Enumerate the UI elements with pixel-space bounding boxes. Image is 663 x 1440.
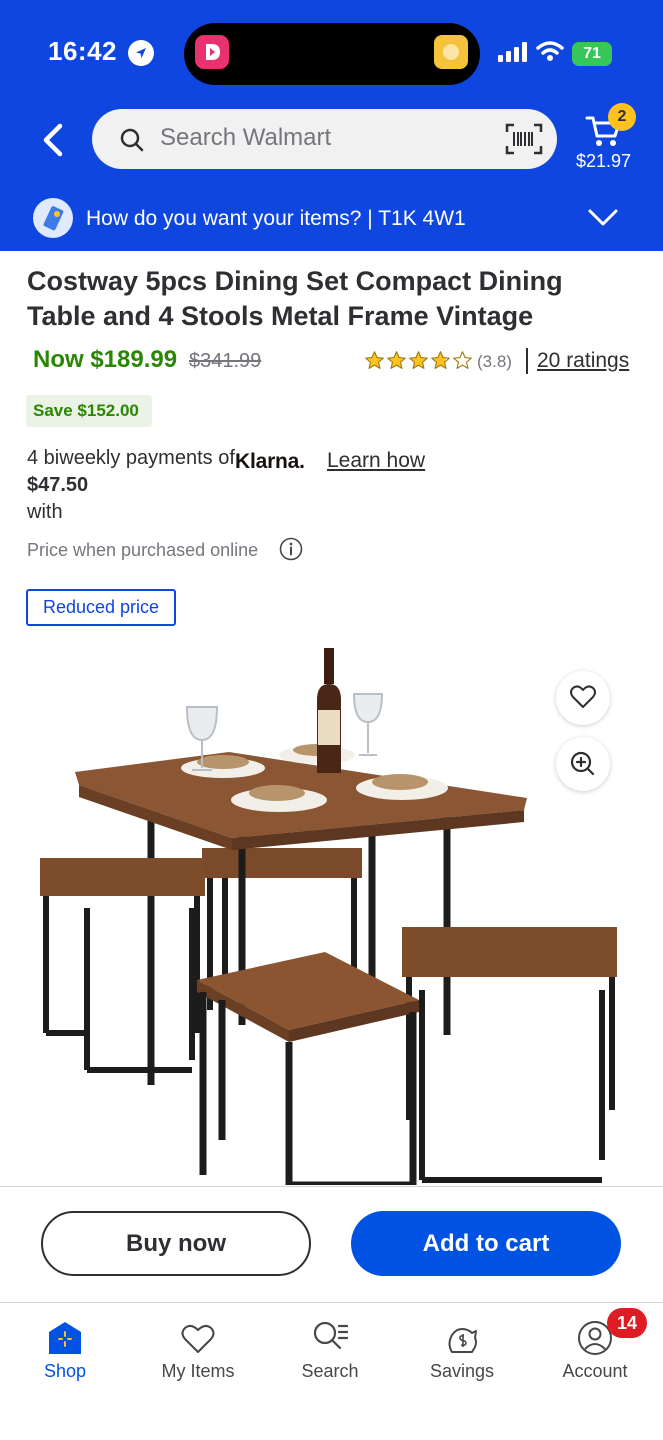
search-icon — [118, 126, 146, 154]
star-icon — [387, 351, 406, 369]
heart-icon — [180, 1320, 216, 1356]
rating-value: (3.8) — [477, 352, 512, 371]
star-icon — [409, 351, 428, 369]
cart-total[interactable]: $21.97 — [576, 151, 631, 172]
zoom-in-icon[interactable] — [556, 737, 610, 791]
app-header: 16:42 71 Search Walmart 2 $21.97 How do … — [0, 0, 663, 251]
nav-savings[interactable]: Savings — [407, 1318, 517, 1390]
status-time: 16:42 — [48, 36, 117, 66]
add-to-cart-button[interactable]: Add to cart — [351, 1211, 621, 1276]
location-arrow-icon — [128, 40, 154, 66]
nav-label: My Items — [161, 1361, 235, 1381]
klarna-line-1: 4 biweekly payments of — [27, 447, 235, 469]
shop-icon — [47, 1320, 83, 1356]
cart-count-badge: 2 — [608, 103, 636, 131]
product-image[interactable] — [27, 640, 637, 1189]
app-indicator-icon — [195, 35, 229, 69]
divider — [526, 348, 528, 374]
search-placeholder: Search Walmart — [160, 124, 332, 151]
favorite-button[interactable] — [556, 671, 610, 725]
barcode-scanner-icon[interactable] — [505, 123, 543, 155]
nav-label: Shop — [43, 1361, 87, 1381]
battery-indicator: 71 — [572, 42, 612, 66]
current-price: Now $189.99 — [33, 346, 178, 373]
savings-icon — [444, 1320, 480, 1356]
delivery-phone-icon — [33, 198, 73, 238]
nav-label: Search — [301, 1361, 359, 1381]
nav-my-items[interactable]: My Items — [143, 1318, 253, 1390]
account-notification-badge: 14 — [607, 1308, 647, 1338]
klarna-amount: $47.50 — [27, 474, 89, 496]
star-icon — [431, 351, 450, 369]
klarna-line-2: with — [27, 501, 63, 523]
nav-search[interactable]: Search — [275, 1318, 385, 1390]
star-icon — [365, 351, 384, 369]
original-price: $341.99 — [189, 350, 262, 372]
divider — [0, 1302, 663, 1303]
cellular-signal-icon — [498, 42, 528, 67]
star-rating[interactable] — [364, 350, 474, 371]
star-icon — [453, 351, 472, 369]
klarna-payment-text: 4 biweekly payments of $47.50 with — [27, 445, 237, 526]
buy-now-button[interactable]: Buy now — [41, 1211, 311, 1276]
divider — [0, 1186, 663, 1187]
delivery-text[interactable]: How do you want your items? | T1K 4W1 — [86, 207, 466, 231]
ratings-count-link[interactable]: 20 ratings — [537, 349, 629, 373]
learn-how-link[interactable]: Learn how — [327, 449, 425, 473]
activity-indicator-icon — [434, 35, 468, 69]
wifi-icon — [536, 40, 564, 67]
product-title: Costway 5pcs Dining Set Compact Dining T… — [27, 266, 563, 331]
info-icon[interactable] — [279, 537, 303, 561]
back-button[interactable] — [32, 118, 76, 162]
nav-label: Account — [562, 1361, 628, 1381]
nav-shop[interactable]: Shop — [10, 1318, 120, 1390]
chevron-down-icon[interactable] — [587, 204, 619, 232]
klarna-logo: Klarna. — [235, 450, 305, 473]
nav-label: Savings — [429, 1361, 495, 1381]
savings-badge: Save $152.00 — [26, 395, 152, 427]
search-list-icon — [312, 1320, 349, 1356]
price-note: Price when purchased online — [27, 540, 259, 560]
reduced-price-tag: Reduced price — [26, 589, 176, 626]
